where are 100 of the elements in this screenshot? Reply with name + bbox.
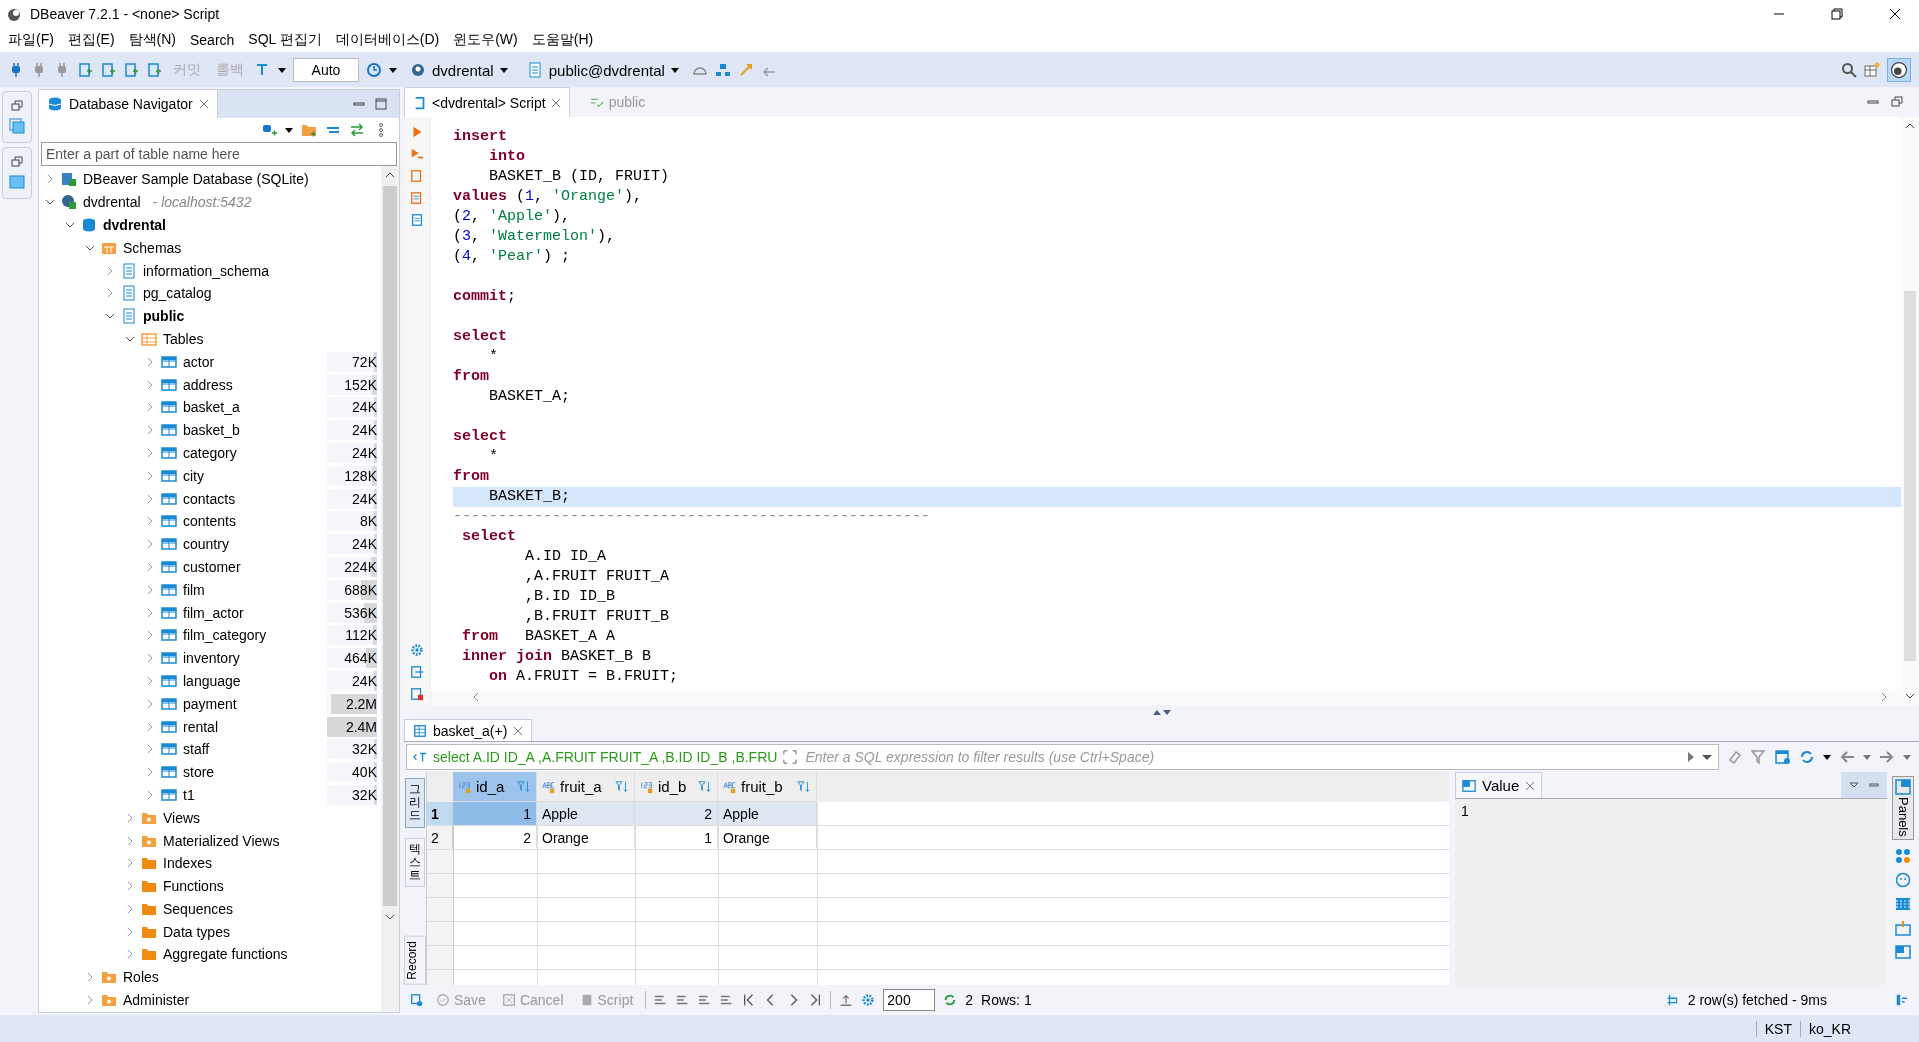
chevron-right-icon[interactable] — [125, 903, 135, 914]
back-icon[interactable] — [1839, 749, 1855, 765]
menu-item[interactable]: 도움말(H) — [531, 31, 594, 49]
restore-icon[interactable] — [1891, 96, 1903, 108]
chevron-right-icon[interactable] — [125, 858, 135, 869]
tree-item[interactable]: DBeaver Sample Database (SQLite) — [83, 171, 309, 188]
value-tab[interactable]: Value — [1455, 772, 1543, 798]
table-cell[interactable]: Apple — [537, 802, 635, 826]
chevron-right-icon[interactable] — [125, 926, 135, 937]
tree-item[interactable]: contacts — [183, 490, 236, 507]
restore-icon[interactable] — [11, 100, 23, 112]
tree-item[interactable]: Schemas — [123, 239, 182, 256]
tree-item[interactable]: Roles — [123, 969, 159, 986]
scroll-right-icon[interactable] — [1879, 692, 1889, 702]
refresh-icon[interactable] — [1799, 749, 1815, 765]
dropdown-icon[interactable] — [1702, 752, 1712, 762]
scroll-left-icon[interactable] — [471, 692, 481, 702]
apply-icon[interactable] — [1686, 752, 1696, 762]
scrollbar[interactable] — [381, 166, 399, 1012]
tree-item[interactable]: inventory — [183, 650, 240, 667]
chevron-right-icon[interactable] — [125, 881, 135, 892]
tree-item[interactable]: rental — [183, 718, 219, 735]
tree-item[interactable]: basket_b — [183, 422, 240, 439]
sync-icon[interactable] — [349, 122, 365, 138]
table-cell[interactable]: 2 — [453, 826, 537, 850]
window-icon[interactable] — [9, 174, 25, 190]
tree-item[interactable]: city — [183, 467, 204, 484]
filter-icon[interactable] — [1751, 749, 1767, 765]
chevron-right-icon[interactable] — [145, 561, 155, 572]
column-header[interactable]: fruit_b — [718, 772, 817, 802]
chevron-right-icon[interactable] — [125, 812, 135, 823]
panels-tab[interactable]: Panels — [1892, 776, 1914, 840]
sort-filter-icon[interactable] — [517, 779, 531, 794]
tree-item[interactable]: Indexes — [163, 855, 213, 872]
tree-item[interactable]: pg_catalog — [143, 285, 212, 302]
tree-item[interactable]: Data types — [163, 923, 230, 940]
chevron-right-icon[interactable] — [125, 949, 135, 960]
checkered-icon[interactable] — [1895, 895, 1911, 912]
tree-item[interactable]: Materialized Views — [163, 832, 280, 849]
tree-item[interactable]: Aggregate functions — [163, 946, 288, 963]
tree-item[interactable]: basket_a — [183, 399, 240, 416]
close-icon[interactable] — [1889, 8, 1901, 20]
navigator-tab[interactable]: Database Navigator — [39, 90, 218, 118]
tree-item[interactable]: store — [183, 764, 215, 781]
menu-item[interactable]: 윈도우(W) — [453, 31, 518, 49]
toggle-panels-icon[interactable] — [1895, 993, 1909, 1007]
record-add-icon[interactable] — [410, 993, 424, 1007]
run-script-icon[interactable] — [410, 147, 424, 161]
chart-icon[interactable] — [1895, 919, 1911, 936]
column-header[interactable]: id_a — [453, 772, 537, 802]
table-cell[interactable]: Orange — [718, 826, 817, 850]
sort-filter-icon[interactable] — [615, 779, 629, 794]
tree-item[interactable]: actor — [183, 353, 215, 370]
view-tab[interactable]: Record — [404, 936, 426, 985]
chevron-right-icon[interactable] — [85, 972, 95, 983]
chevron-right-icon[interactable] — [145, 425, 155, 436]
table-settings-icon[interactable] — [1775, 749, 1791, 765]
chevron-right-icon[interactable] — [105, 265, 115, 276]
scroll-up-icon[interactable] — [385, 170, 395, 180]
scrollbar[interactable] — [431, 689, 1901, 705]
tree-item[interactable]: category — [183, 444, 237, 461]
tree-item[interactable]: country — [183, 536, 229, 553]
scrollbar[interactable] — [1901, 117, 1919, 705]
table-cell[interactable]: Apple — [718, 802, 817, 826]
refresh-icon[interactable] — [943, 993, 958, 1007]
tree-item[interactable]: Tables — [163, 330, 204, 347]
table-filter-field[interactable]: Enter a part of table name here — [41, 142, 397, 166]
results-tab[interactable]: basket_a(+) — [404, 719, 533, 741]
table-cell[interactable]: 2 — [635, 802, 718, 826]
menu-item[interactable]: 탐색(N) — [128, 31, 176, 49]
chevron-right-icon[interactable] — [145, 447, 155, 458]
menu-item[interactable]: 파일(F) — [8, 31, 54, 49]
tree-item[interactable]: dvdrental — [83, 194, 141, 211]
forward-icon[interactable] — [1879, 749, 1895, 765]
chevron-right-icon[interactable] — [145, 470, 155, 481]
transaction-mode-field[interactable]: Auto — [293, 58, 359, 82]
chevron-right-icon[interactable] — [145, 789, 155, 800]
chevron-right-icon[interactable] — [145, 402, 155, 413]
schema-selector[interactable]: public@dvdrental — [520, 61, 685, 79]
scroll-down-icon[interactable] — [1905, 691, 1915, 701]
tree-item[interactable]: public — [143, 308, 185, 325]
chevron-right-icon[interactable] — [145, 767, 155, 778]
chevron-right-icon[interactable] — [145, 516, 155, 527]
tree-item[interactable]: Sequences — [163, 900, 234, 917]
chevron-right-icon[interactable] — [145, 539, 155, 550]
document-icon[interactable] — [410, 213, 424, 227]
tree-item[interactable]: film_category — [183, 627, 267, 644]
menu-item[interactable]: 데이터베이스(D) — [335, 31, 440, 49]
perspective-icon[interactable] — [1864, 62, 1880, 78]
dropdown-icon[interactable] — [389, 66, 397, 74]
chevron-right-icon[interactable] — [45, 174, 55, 185]
tree-item[interactable]: information_schema — [143, 262, 270, 279]
chevron-right-icon[interactable] — [125, 835, 135, 846]
scroll-down-icon[interactable] — [385, 912, 395, 922]
chevron-right-icon[interactable] — [145, 493, 155, 504]
tree-item[interactable]: Views — [163, 809, 201, 826]
chevron-right-icon[interactable] — [145, 584, 155, 595]
chevron-right-icon[interactable] — [145, 721, 155, 732]
menu-item[interactable]: Search — [190, 32, 235, 48]
column-header[interactable]: fruit_a — [537, 772, 635, 802]
